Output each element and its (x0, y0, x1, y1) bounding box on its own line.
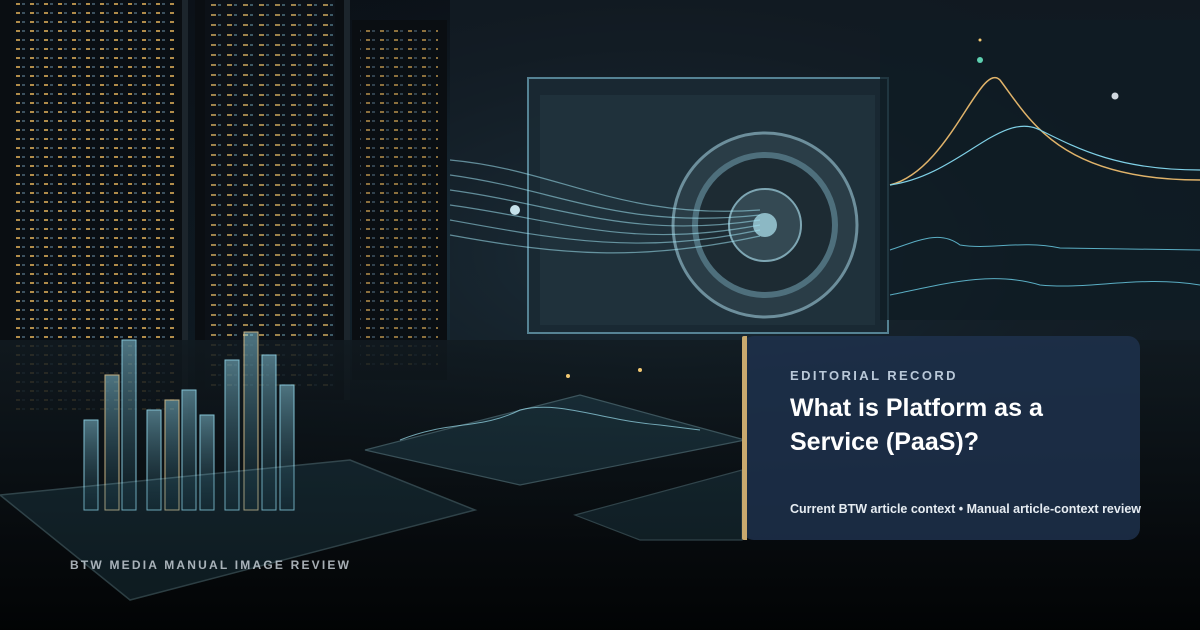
card-title[interactable]: What is Platform as a Service (PaaS)? (790, 391, 1122, 459)
card-meta: Current BTW article context • Manual art… (790, 502, 1141, 516)
card-kicker: EDITORIAL RECORD (790, 368, 958, 383)
card-accent-bar (742, 336, 747, 540)
bank-vault-icon (527, 77, 889, 334)
watermark-text: BTW MEDIA MANUAL IMAGE REVIEW (70, 558, 352, 572)
editorial-card: EDITORIAL RECORD What is Platform as a S… (742, 336, 1141, 540)
data-chart-icon (880, 20, 1200, 320)
